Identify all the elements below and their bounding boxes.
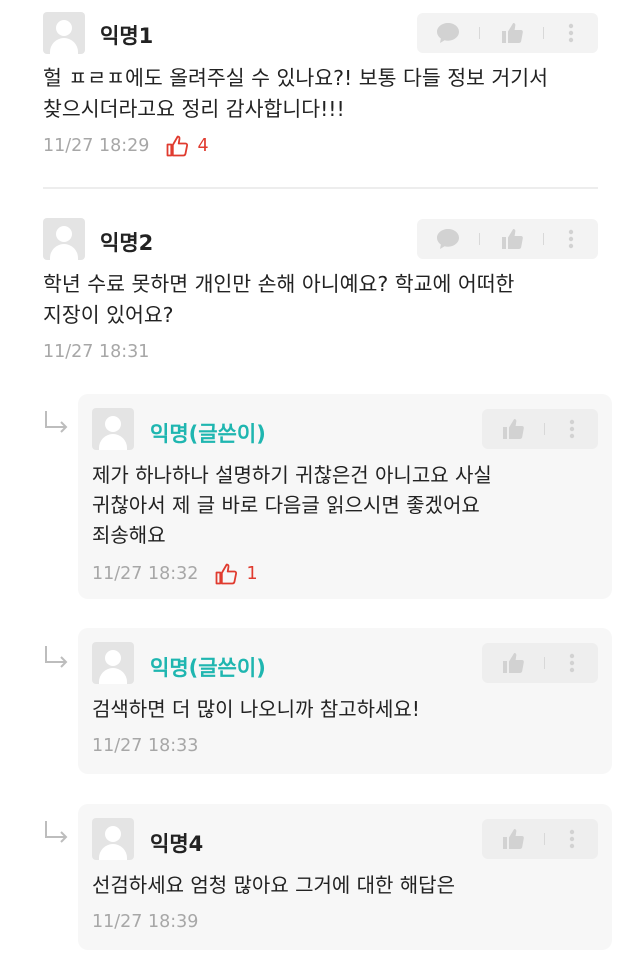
vertical-dots-icon — [569, 419, 574, 439]
reply-actions — [482, 819, 598, 859]
comment-actions — [417, 13, 598, 53]
like-count: 4 — [165, 134, 209, 158]
reply-meta: 11/27 18:33 — [92, 736, 198, 756]
reply: 익명(글쓴이) 제가 하나하나 설명하기 귀찮은건 아니고요 사실 귀찮아서 제… — [78, 394, 612, 599]
avatar — [43, 12, 85, 54]
thumbs-up-icon — [501, 23, 523, 43]
more-button[interactable] — [545, 819, 598, 859]
avatar — [92, 642, 134, 684]
comment-meta: 11/27 18:29 4 — [43, 134, 209, 158]
comment-author: 익명2 — [100, 231, 154, 255]
reply-author: 익명(글쓴이) — [150, 656, 266, 680]
comment-author: 익명1 — [100, 24, 154, 48]
timestamp: 11/27 18:39 — [92, 912, 199, 932]
reply-comment-button[interactable] — [417, 219, 479, 259]
reply-meta: 11/27 18:39 — [92, 912, 198, 932]
reply-text: 제가 하나하나 설명하기 귀찮은건 아니고요 사실 귀찮아서 제 글 바로 다음… — [92, 463, 492, 547]
thumbs-up-icon — [216, 563, 238, 585]
reply-author: 익명4 — [150, 832, 204, 856]
timestamp: 11/27 18:32 — [92, 564, 199, 584]
reply-meta: 11/27 18:32 1 — [92, 562, 258, 586]
more-button[interactable] — [545, 643, 598, 683]
speech-bubble-icon — [437, 23, 459, 43]
reply: 익명4 선검하세요 엄청 많아요 그거에 대한 해답은 11/27 18:39 — [78, 804, 612, 950]
thumbs-up-icon — [503, 419, 524, 439]
comment-text: 학년 수료 못하면 개인만 손해 아니예요? 학교에 어떠한 지장이 있어요? — [43, 272, 515, 327]
reply-text: 검색하면 더 많이 나오니까 참고하세요! — [92, 697, 420, 721]
reply: 익명(글쓴이) 검색하면 더 많이 나오니까 참고하세요! 11/27 18:3… — [78, 628, 612, 774]
thumbs-up-icon — [503, 829, 524, 849]
reply-actions — [482, 643, 598, 683]
reply-arrow-icon — [45, 411, 68, 433]
reply-arrow-icon — [45, 821, 68, 843]
like-count: 1 — [214, 562, 258, 586]
timestamp: 11/27 18:29 — [43, 136, 150, 156]
speech-bubble-icon — [437, 229, 459, 249]
avatar — [92, 408, 134, 450]
thumbs-up-icon — [167, 135, 189, 157]
comment-meta: 11/27 18:31 — [43, 342, 149, 362]
like-button[interactable] — [482, 819, 544, 859]
more-button[interactable] — [544, 219, 598, 259]
avatar — [92, 818, 134, 860]
thumbs-up-icon — [503, 653, 524, 673]
like-button[interactable] — [482, 643, 544, 683]
divider — [43, 187, 598, 189]
comment-text: 헐 ㅍㄹㅍ에도 올려주실 수 있나요?! 보통 다들 정보 거기서 찾으시더라고… — [43, 66, 549, 121]
reply-comment-button[interactable] — [417, 13, 479, 53]
like-button[interactable] — [480, 219, 543, 259]
thumbs-up-icon — [501, 229, 523, 249]
like-button[interactable] — [482, 409, 544, 449]
vertical-dots-icon — [568, 229, 574, 249]
comment-actions — [417, 219, 598, 259]
reply-author: 익명(글쓴이) — [150, 422, 266, 446]
more-button[interactable] — [545, 409, 598, 449]
timestamp: 11/27 18:31 — [43, 342, 150, 362]
avatar — [43, 218, 85, 260]
vertical-dots-icon — [569, 829, 574, 849]
reply-text: 선검하세요 엄청 많아요 그거에 대한 해답은 — [92, 873, 455, 897]
vertical-dots-icon — [568, 23, 574, 43]
reply-arrow-icon — [45, 646, 68, 668]
reply-actions — [482, 409, 598, 449]
timestamp: 11/27 18:33 — [92, 736, 199, 756]
vertical-dots-icon — [569, 653, 574, 673]
more-button[interactable] — [544, 13, 598, 53]
like-button[interactable] — [480, 13, 543, 53]
